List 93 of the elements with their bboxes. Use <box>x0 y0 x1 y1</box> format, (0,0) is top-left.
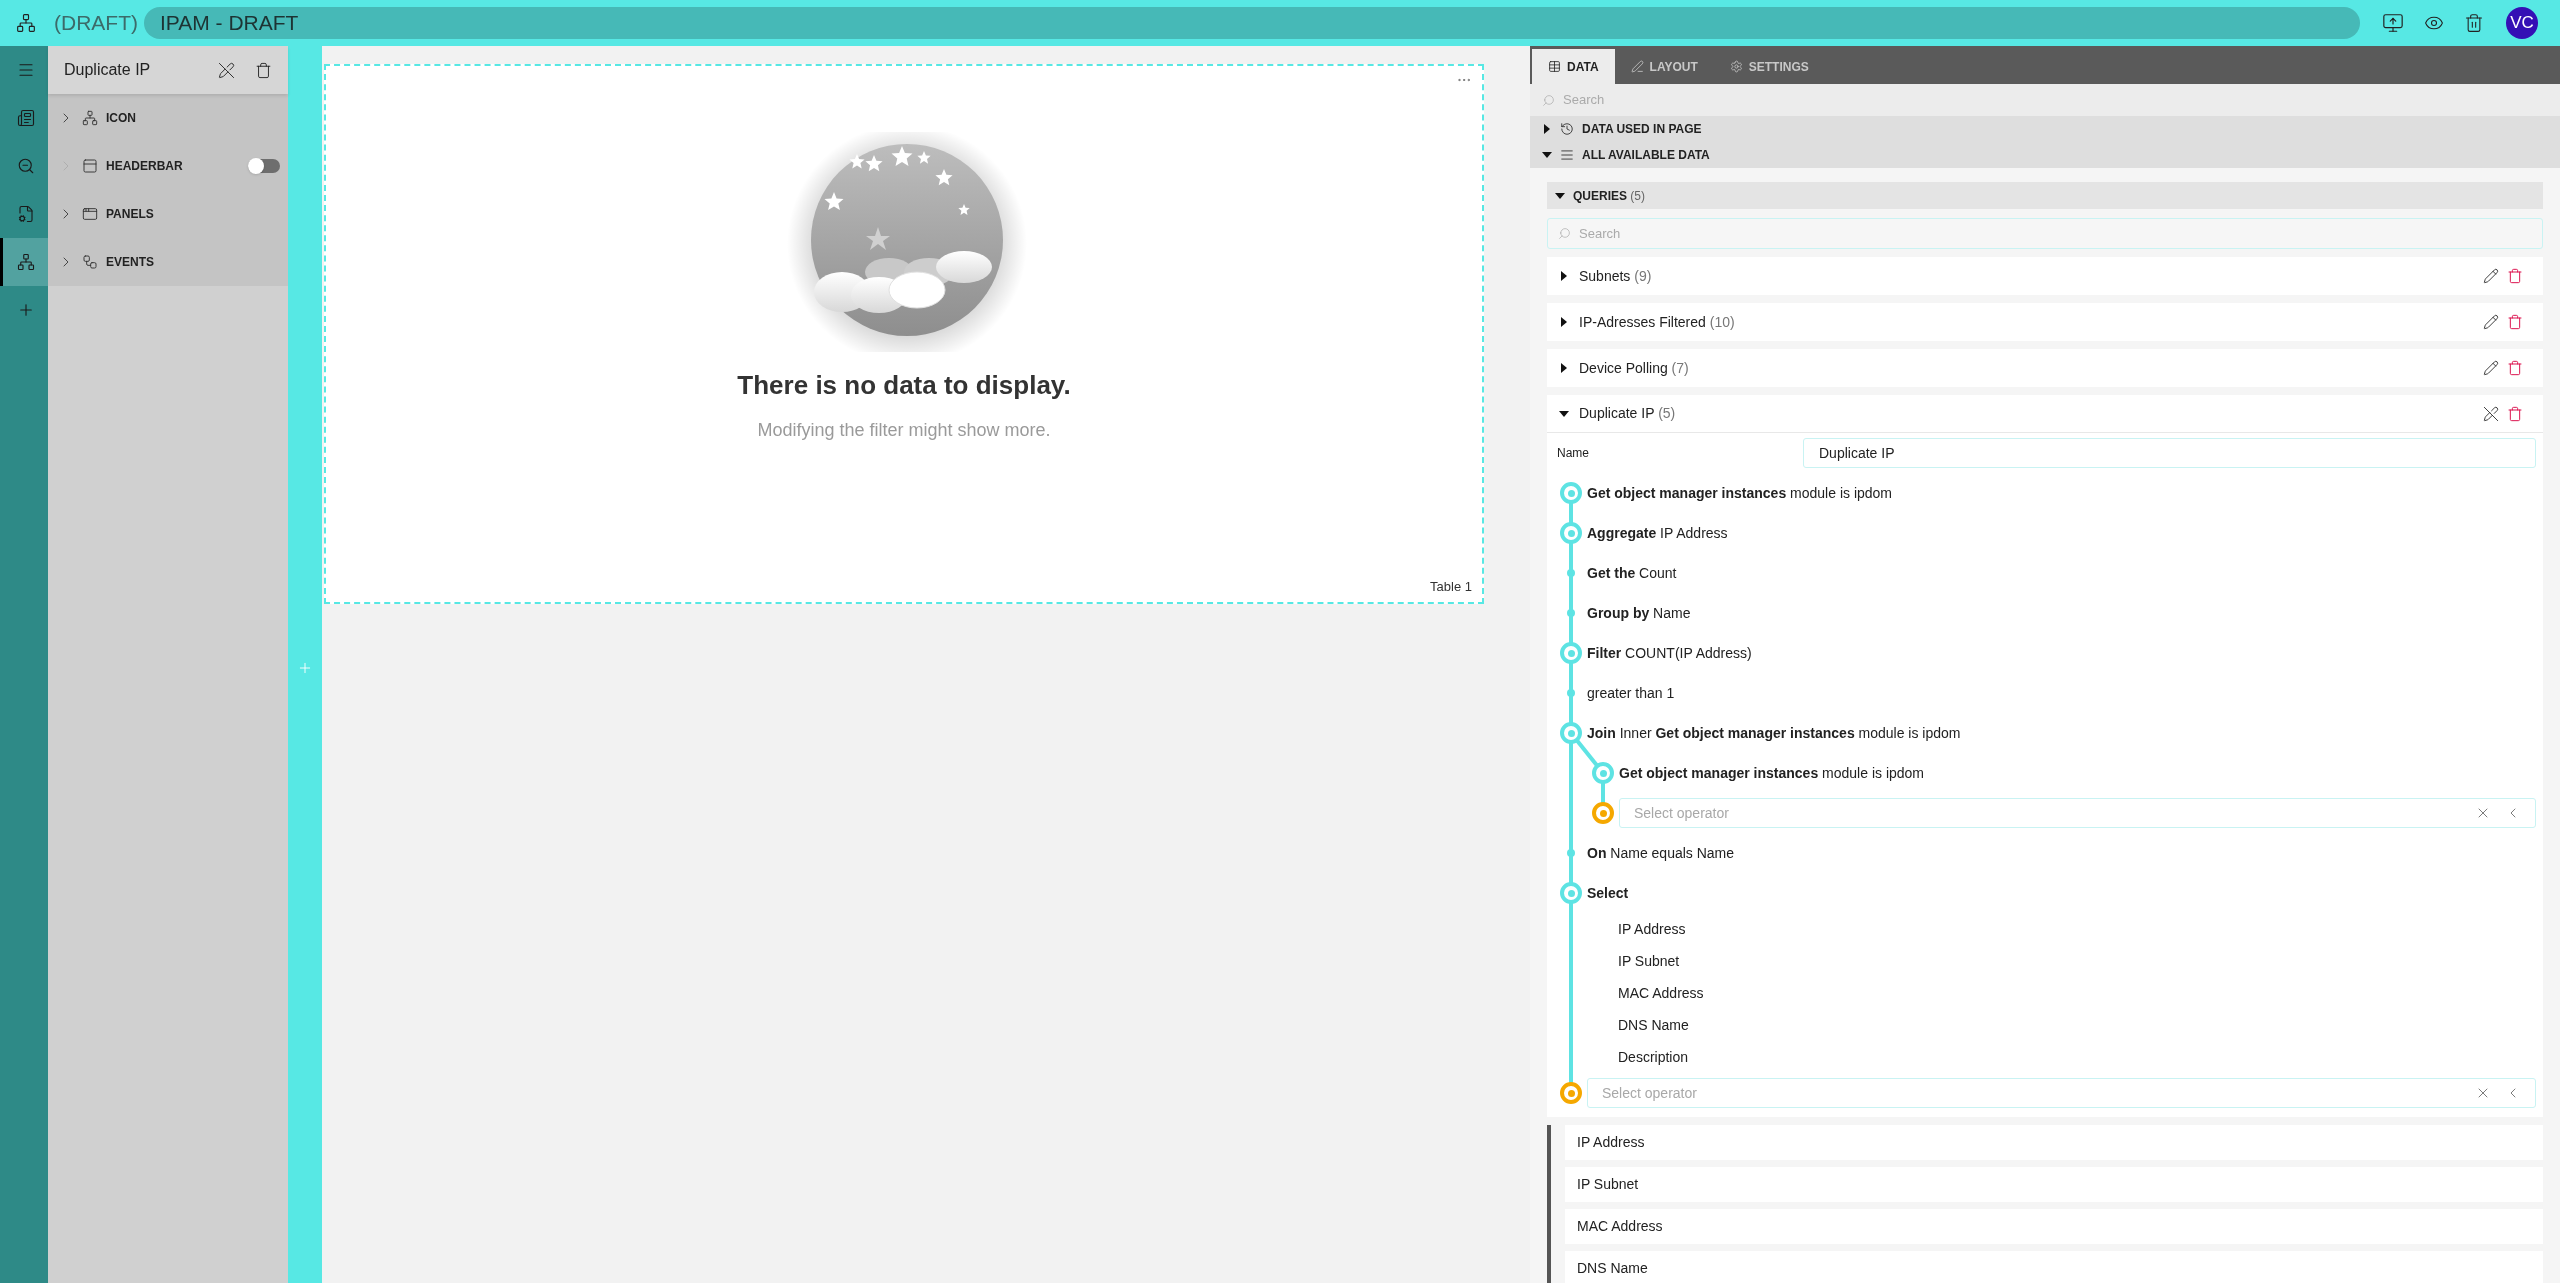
queries-header[interactable]: QUERIES (5) <box>1547 182 2543 209</box>
delete-icon[interactable] <box>2507 405 2523 422</box>
property-group[interactable]: EVENTS <box>48 238 288 286</box>
pending-node-icon <box>1592 802 1614 824</box>
step-text: Group by Name <box>1587 603 1691 623</box>
panel-icon <box>82 206 98 222</box>
brush-icon <box>1630 60 1644 73</box>
delete-icon[interactable] <box>2507 360 2523 376</box>
hierarchy-icon <box>82 110 98 126</box>
menu-icon <box>16 61 35 79</box>
pencil-off-icon[interactable] <box>218 61 235 79</box>
selected-field: Description <box>1618 1046 1689 1068</box>
file-gear-icon <box>16 205 35 223</box>
field-row[interactable]: IP Subnet <box>1565 1167 2543 1202</box>
search-icon <box>1558 227 1571 240</box>
caret-icon[interactable] <box>1555 190 1565 201</box>
query-row[interactable]: IP-Adresses Filtered (10) <box>1547 303 2543 341</box>
page-title-field[interactable]: IPAM - DRAFT <box>144 7 2360 39</box>
group-label: ICON <box>106 110 137 127</box>
selected-field: DNS Name <box>1618 1014 1689 1036</box>
step-node-icon <box>1560 882 1582 904</box>
empty-state-subtitle: Modifying the filter might show more. <box>757 419 1051 442</box>
table-widget[interactable]: There is no data to display. Modifying the filter might show more. Table 1 <box>324 64 1484 604</box>
group-label: HEADERBAR <box>106 158 184 175</box>
selected-field: IP Subnet <box>1618 950 1680 972</box>
publish-icon[interactable] <box>2382 12 2404 34</box>
caret-icon[interactable] <box>1559 363 1569 373</box>
edit-icon[interactable] <box>2483 314 2499 330</box>
edit-icon[interactable] <box>2483 360 2499 376</box>
delete-icon[interactable] <box>2507 268 2523 284</box>
section-header[interactable]: DATA USED IN PAGE <box>1530 116 2560 142</box>
query-row[interactable]: Device Polling (7) <box>1547 349 2543 387</box>
panel-tab[interactable]: DATA <box>1532 49 1615 84</box>
app-logo-icon[interactable] <box>16 13 36 33</box>
step-text: Get the Count <box>1587 563 1677 583</box>
field-row[interactable]: IP Address <box>1565 1125 2543 1160</box>
panel-tab[interactable]: SETTINGS <box>1713 49 1825 84</box>
property-group[interactable]: HEADERBAR <box>48 142 288 190</box>
step-text: Get object manager instances module is ipdom <box>1619 763 1924 783</box>
step-node-icon <box>1560 522 1582 544</box>
selected-field: MAC Address <box>1618 982 1704 1004</box>
step-text: Get object manager instances module is ipdom <box>1587 483 1892 503</box>
empty-state-title: There is no data to display. <box>737 369 1071 402</box>
property-group[interactable]: PANELS <box>48 190 288 238</box>
panel-title: Duplicate IP <box>64 60 152 80</box>
caret-icon[interactable] <box>1542 124 1552 134</box>
group-label: PANELS <box>106 206 155 223</box>
step-node-icon <box>1560 482 1582 504</box>
rail-button[interactable] <box>0 238 48 286</box>
delete-icon[interactable] <box>255 61 272 79</box>
user-avatar[interactable]: VC <box>2506 7 2538 39</box>
search-icon <box>1542 93 1555 107</box>
step-text: Join Inner Get object manager instances module is ipdom <box>1587 723 1961 743</box>
name-label: Name <box>1557 445 1590 462</box>
field-row[interactable]: DNS Name <box>1565 1251 2543 1283</box>
query-row[interactable]: Duplicate IP (5) <box>1547 395 2543 433</box>
step-text: greater than 1 <box>1587 683 1675 703</box>
step-node-icon <box>1560 722 1582 744</box>
history-icon <box>1560 122 1574 136</box>
settings-icon <box>1729 60 1743 73</box>
delete-icon[interactable] <box>2464 13 2484 33</box>
sitemap-icon <box>16 253 35 271</box>
caret-icon[interactable] <box>1559 317 1569 327</box>
query-row[interactable]: Subnets (9) <box>1547 257 2543 295</box>
property-group[interactable]: ICON <box>48 94 288 142</box>
window-icon <box>82 158 98 174</box>
caret-icon[interactable] <box>1559 408 1569 419</box>
table-icon <box>1548 60 1561 73</box>
group-label: EVENTS <box>106 254 155 271</box>
widget-label: Table 1 <box>1430 577 1472 596</box>
name-input[interactable]: Duplicate IP <box>1803 438 2536 468</box>
zoom-out-icon <box>16 157 35 175</box>
edit-icon[interactable] <box>2483 268 2499 284</box>
caret-icon[interactable] <box>1559 271 1569 281</box>
workflow-icon <box>82 254 98 270</box>
document-list-icon <box>16 109 35 127</box>
step-text: Aggregate IP Address <box>1587 523 1728 543</box>
section-header[interactable]: ALL AVAILABLE DATA <box>1530 142 2560 168</box>
field-row[interactable]: MAC Address <box>1565 1209 2543 1244</box>
draft-label: (DRAFT) <box>54 10 138 37</box>
step-text: On Name equals Name <box>1587 843 1735 863</box>
step-text: Select <box>1587 883 1629 903</box>
toggle-switch[interactable] <box>248 159 280 173</box>
step-text: Filter COUNT(IP Address) <box>1587 643 1752 663</box>
list-icon <box>1560 148 1574 162</box>
selected-field: IP Address <box>1618 918 1686 940</box>
step-node-icon <box>1560 642 1582 664</box>
pencil-off-icon[interactable] <box>2483 405 2499 422</box>
panel-tab[interactable]: LAYOUT <box>1614 49 1714 84</box>
delete-icon[interactable] <box>2507 314 2523 330</box>
step-node-icon <box>1592 762 1614 784</box>
caret-icon[interactable] <box>1542 150 1552 160</box>
pending-node-icon <box>1560 1082 1582 1104</box>
